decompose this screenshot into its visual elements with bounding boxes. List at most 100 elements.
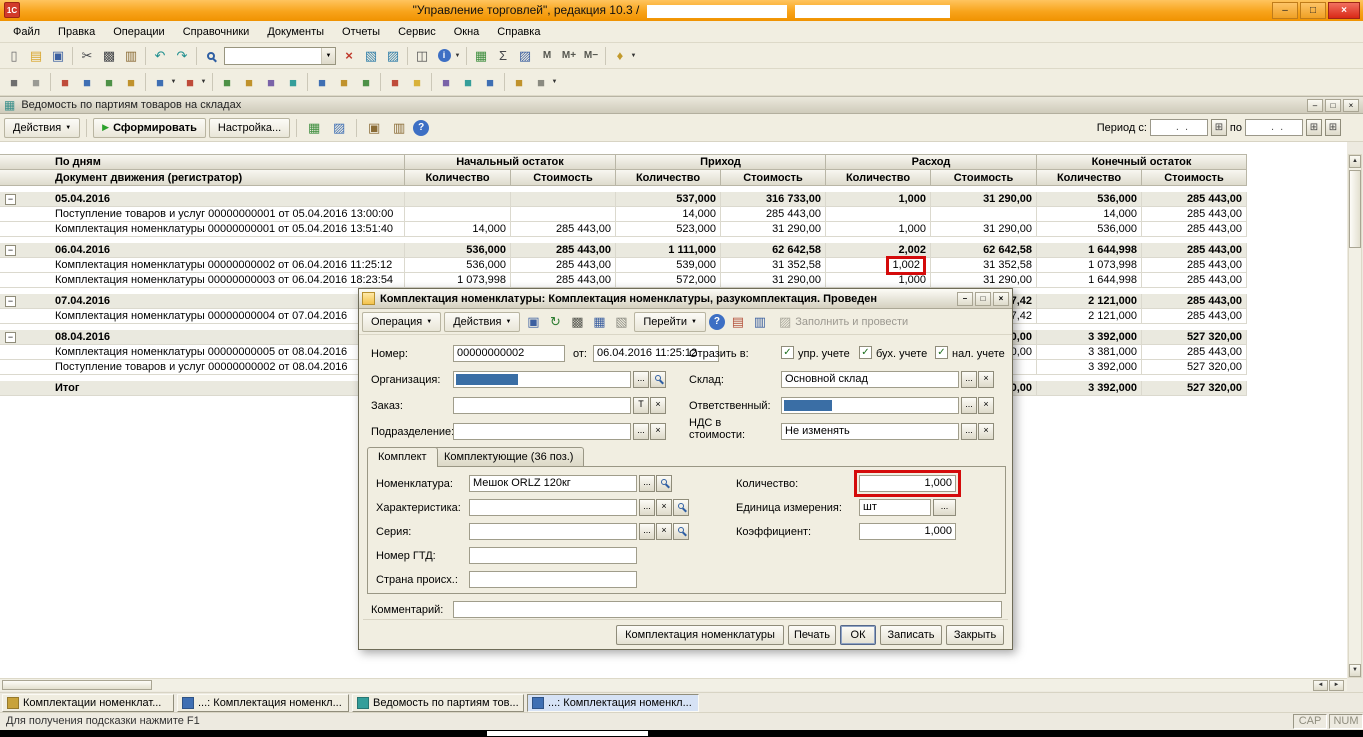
comment-input[interactable] (453, 601, 1002, 618)
separator[interactable] (307, 73, 308, 91)
col-header-qty[interactable]: Количество (405, 170, 511, 186)
department-ellipsis-button[interactable]: ... (633, 423, 649, 440)
report-restore-button[interactable]: □ (1325, 99, 1341, 112)
taskbar-button[interactable]: ...: Комплектация номенкл... (527, 694, 699, 712)
combobox-dropdown-icon[interactable]: ▼ (321, 48, 335, 64)
chart-icon[interactable]: ▨ (328, 117, 350, 139)
vat-clear-button[interactable]: × (978, 423, 994, 440)
print-button[interactable]: Печать (788, 625, 836, 645)
separator[interactable] (212, 73, 213, 91)
window-copy-icon[interactable]: ◫ (411, 45, 433, 67)
department-clear-button[interactable]: × (650, 423, 666, 440)
col-header-closing[interactable]: Конечный остаток (1037, 154, 1247, 170)
collapse-icon[interactable]: − (5, 296, 16, 307)
maximize-button[interactable]: □ (1300, 2, 1326, 19)
details-icon[interactable]: ▥ (750, 312, 770, 332)
operation-button[interactable]: Операция▼ (362, 312, 441, 332)
new-document-icon[interactable]: ▯ (3, 45, 25, 67)
find-settings-icon[interactable]: ▨ (382, 45, 404, 67)
table-row[interactable]: Комплектация номенклатуры 00000000003 от… (0, 273, 1247, 288)
separator[interactable] (196, 47, 197, 65)
separator[interactable] (145, 47, 146, 65)
separator[interactable] (431, 73, 432, 91)
col-header-income[interactable]: Приход (616, 154, 826, 170)
quantity-input[interactable]: 1,000 (859, 475, 956, 492)
table-icon[interactable]: ▦ (470, 45, 492, 67)
report-close-button[interactable]: × (1343, 99, 1359, 112)
dialog-minimize-button[interactable]: – (957, 292, 973, 306)
copy-icon[interactable]: ▩ (98, 45, 120, 67)
series-input[interactable] (469, 523, 637, 540)
warehouse-ellipsis-button[interactable]: ... (961, 371, 977, 388)
taskbar-button[interactable]: Ведомость по партиям тов... (352, 694, 524, 712)
purchase-caret-icon[interactable]: ▼ (168, 71, 179, 93)
col-header-expense[interactable]: Расход (826, 154, 1037, 170)
report-minimize-button[interactable]: – (1307, 99, 1323, 112)
order-clear-button[interactable]: × (650, 397, 666, 414)
department-input[interactable] (453, 423, 631, 440)
open-folder-icon[interactable]: ▤ (25, 45, 47, 67)
taskbar-button[interactable]: Комплектации номенклат... (2, 694, 174, 712)
vertical-scrollbar[interactable]: ▲ ▼ (1348, 154, 1362, 678)
minimize-button[interactable]: – (1272, 2, 1298, 19)
separator[interactable] (50, 73, 51, 91)
dialog-maximize-button[interactable]: □ (975, 292, 991, 306)
menu-item[interactable]: Документы (258, 23, 333, 41)
menu-item[interactable]: Файл (4, 23, 49, 41)
warehouses-icon[interactable]: ■ (355, 71, 377, 93)
goto-button[interactable]: Перейти▼ (634, 312, 706, 332)
menu-item[interactable]: Сервис (389, 23, 445, 41)
paste-icon[interactable]: ▥ (120, 45, 142, 67)
users-icon[interactable]: ■ (508, 71, 530, 93)
characteristic-input[interactable] (469, 499, 637, 516)
goods-receipt-icon[interactable]: ■ (238, 71, 260, 93)
cut-icon[interactable]: ✂ (76, 45, 98, 67)
copy-icon[interactable]: ▩ (567, 312, 587, 332)
restore-settings-icon[interactable]: ▥ (388, 117, 410, 139)
sales-caret-icon[interactable]: ▼ (198, 71, 209, 93)
table-row[interactable]: Комплектация номенклатуры 00000000002 от… (0, 258, 1247, 273)
characteristic-lookup-button[interactable] (673, 499, 689, 516)
organization-ellipsis-button[interactable]: ... (633, 371, 649, 388)
col-header-by-days[interactable]: По дням (0, 154, 405, 170)
separator[interactable] (356, 119, 357, 137)
menu-item[interactable]: Справка (488, 23, 549, 41)
scroll-up-icon[interactable]: ▲ (1349, 155, 1361, 168)
warehouse-input[interactable]: Основной склад (781, 371, 959, 388)
help-icon[interactable]: ? (413, 120, 429, 136)
series-clear-button[interactable]: × (656, 523, 672, 540)
save-button[interactable]: Записать (880, 625, 942, 645)
vertical-scroll-thumb[interactable] (1349, 170, 1361, 248)
nomenclature-ellipsis-button[interactable]: ... (639, 475, 655, 492)
calendar-icon[interactable]: ⊞ (1306, 119, 1322, 136)
tab-kit[interactable]: Комплект (367, 447, 438, 467)
nomenclature-lookup-button[interactable] (656, 475, 672, 492)
menu-item[interactable]: Справочники (174, 23, 259, 41)
collapse-icon[interactable]: − (5, 245, 16, 256)
kit-nomenclature-button[interactable]: Комплектация номенклатуры (616, 625, 784, 645)
cash-in-icon[interactable]: ■ (54, 71, 76, 93)
redo-icon[interactable]: ↷ (171, 45, 193, 67)
save-icon[interactable]: ▣ (47, 45, 69, 67)
dialog-close-button[interactable]: × (993, 292, 1009, 306)
separator[interactable] (407, 47, 408, 65)
responsible-clear-button[interactable]: × (978, 397, 994, 414)
scroll-down-icon[interactable]: ▼ (1349, 664, 1361, 677)
find-next-icon[interactable]: ▧ (360, 45, 382, 67)
menu-item[interactable]: Операции (104, 23, 173, 41)
fill-and-post-button[interactable]: ▨Заполнить и провести (779, 314, 908, 330)
scroll-right-icon[interactable]: ► (1329, 680, 1344, 691)
memory-minus-icon[interactable]: M− (580, 45, 602, 67)
col-header-cost[interactable]: Стоимость (721, 170, 826, 186)
col-header-cost[interactable]: Стоимость (511, 170, 616, 186)
nomenclature-icon[interactable]: ■ (333, 71, 355, 93)
goods-issue-icon[interactable]: ■ (260, 71, 282, 93)
col-header-qty[interactable]: Количество (1037, 170, 1142, 186)
nomenclature-input[interactable]: Мешок ORLZ 120кг (469, 475, 637, 492)
sales-report-icon[interactable]: ■ (457, 71, 479, 93)
organization-lookup-button[interactable] (650, 371, 666, 388)
col-header-cost[interactable]: Стоимость (1142, 170, 1247, 186)
order-type-button[interactable]: T (633, 397, 649, 414)
coefficient-input[interactable]: 1,000 (859, 523, 956, 540)
quick-search-combobox[interactable]: ▼ (224, 47, 336, 65)
